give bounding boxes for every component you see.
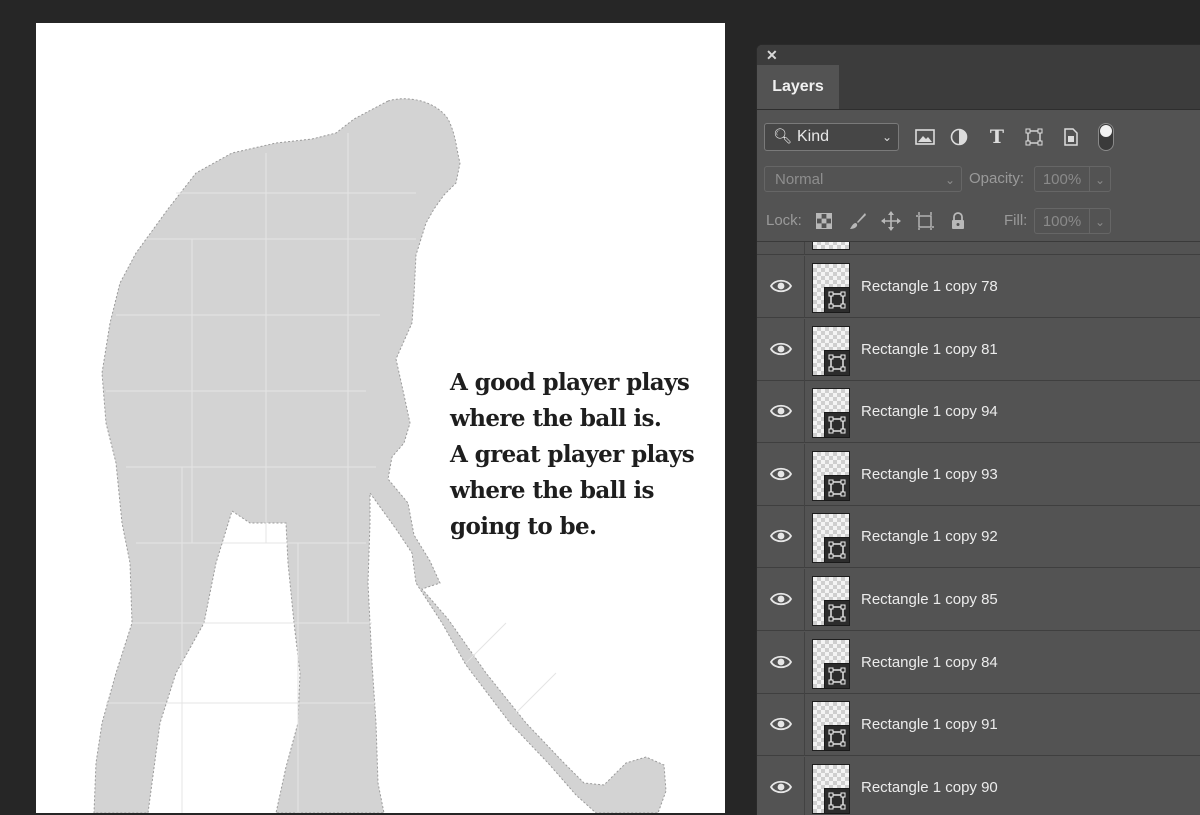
layer-divider (804, 756, 805, 815)
opacity-label: Opacity: (969, 170, 1025, 187)
quote-text-block[interactable]: A good player plays where the ball is. A… (450, 365, 710, 545)
opacity-field[interactable]: 100% (1034, 166, 1090, 192)
panel-title-bar: ✕ (757, 45, 1200, 65)
shape-layer-icon (824, 600, 850, 626)
shape-layer-icon (824, 412, 850, 439)
layer-divider (804, 443, 805, 506)
toggle-knob (1100, 125, 1112, 137)
eye-icon[interactable] (769, 399, 793, 423)
layer-list[interactable]: Rectangle 1 copy 78 Rectangle 1 copy 81 Re… (757, 241, 1200, 815)
lock-position-icon[interactable] (880, 208, 902, 234)
lock-all-icon[interactable] (947, 208, 969, 234)
eye-icon[interactable] (769, 650, 793, 674)
filter-toggle[interactable] (1098, 123, 1114, 151)
layer-row[interactable]: Rectangle 1 copy 81 (757, 318, 1200, 381)
blend-mode-value: Normal (775, 171, 824, 188)
eye-icon[interactable] (769, 587, 793, 611)
layer-name[interactable]: Rectangle 1 copy 81 (861, 319, 998, 381)
quote-line: A great player plays (450, 441, 695, 468)
layers-panel: ✕ Layers 🔍︎ Kind ⌄ T Normal ⌄ Opacity: 1 (756, 44, 1200, 815)
eye-icon[interactable] (769, 462, 793, 486)
layer-name[interactable]: Rectangle 1 copy 94 (861, 381, 998, 443)
panel-tab-bar: Layers (757, 65, 1200, 110)
layer-name[interactable]: Rectangle 1 copy 92 (861, 506, 998, 568)
layer-name[interactable]: Rectangle 1 copy 91 (861, 694, 998, 756)
filter-kind-label: Kind (797, 128, 830, 145)
layer-divider (804, 694, 805, 757)
fill-label: Fill: (1004, 212, 1028, 229)
chevron-down-icon: ⌄ (944, 173, 955, 187)
shape-layer-icon (824, 287, 850, 313)
layer-row[interactable]: Rectangle 1 copy 84 (757, 631, 1200, 694)
eye-icon[interactable] (769, 712, 793, 736)
search-icon: 🔍︎ (773, 128, 793, 145)
layer-thumbnail (812, 242, 850, 250)
close-icon[interactable]: ✕ (766, 47, 778, 63)
lock-paint-icon[interactable] (847, 208, 869, 234)
quote-line: where the ball is (450, 477, 654, 504)
eye-icon[interactable] (769, 524, 793, 548)
layer-divider (804, 256, 805, 318)
layer-divider (804, 569, 805, 631)
layer-row[interactable]: Rectangle 1 copy 92 (757, 506, 1200, 569)
lock-transparent-icon[interactable] (813, 208, 835, 234)
quote-line: where the ball is. (450, 405, 662, 432)
shape-layer-icon (824, 787, 850, 814)
shape-layer-icon (824, 474, 850, 501)
layer-name[interactable]: Rectangle 1 copy 85 (861, 569, 998, 631)
layer-filter-row: 🔍︎ Kind ⌄ T (757, 121, 1200, 157)
layer-divider (804, 631, 805, 694)
layer-row[interactable]: Rectangle 1 copy 85 (757, 569, 1200, 631)
layer-row[interactable]: Rectangle 1 copy 93 (757, 443, 1200, 506)
quote-line: going to be. (450, 513, 597, 540)
blend-row: Normal ⌄ Opacity: 100% ⌄ (757, 166, 1200, 194)
chevron-down-icon: ⌄ (881, 130, 892, 144)
type-filter-icon[interactable]: T (985, 125, 1009, 149)
filter-kind-select[interactable]: 🔍︎ Kind ⌄ (764, 123, 899, 151)
layer-row-partial (757, 242, 1200, 255)
smart-object-filter-icon[interactable] (1059, 125, 1083, 149)
adjustment-filter-icon[interactable] (947, 125, 971, 149)
quote-line: A good player plays (450, 369, 690, 396)
shape-layer-icon (824, 662, 850, 689)
lock-label: Lock: (766, 212, 802, 229)
layer-divider (804, 381, 805, 444)
document-canvas[interactable]: A good player plays where the ball is. A… (36, 23, 725, 813)
shape-layer-icon (824, 537, 850, 564)
eye-icon[interactable] (769, 274, 793, 298)
eye-icon[interactable] (769, 337, 793, 361)
shape-layer-icon (824, 725, 850, 752)
tab-layers[interactable]: Layers (757, 65, 839, 109)
blend-mode-select[interactable]: Normal ⌄ (764, 166, 962, 192)
fill-field[interactable]: 100% (1034, 208, 1090, 234)
layer-row[interactable]: Rectangle 1 copy 90 (757, 756, 1200, 815)
layer-divider (804, 318, 805, 381)
lock-row: Lock: Fill: 100% ⌄ (757, 208, 1200, 236)
layer-name[interactable]: Rectangle 1 copy 93 (861, 444, 998, 506)
image-filter-icon[interactable] (913, 125, 937, 149)
eye-icon[interactable] (769, 775, 793, 799)
lock-artboard-icon[interactable] (914, 208, 936, 234)
layer-divider (804, 506, 805, 569)
layer-name[interactable]: Rectangle 1 copy 78 (861, 256, 998, 318)
layer-row[interactable]: Rectangle 1 copy 78 (757, 256, 1200, 318)
fill-dropdown-button[interactable]: ⌄ (1089, 208, 1111, 234)
shape-layer-icon (824, 349, 850, 376)
layer-name[interactable]: Rectangle 1 copy 90 (861, 757, 998, 815)
layer-name[interactable]: Rectangle 1 copy 84 (861, 632, 998, 694)
layer-row[interactable]: Rectangle 1 copy 91 (757, 694, 1200, 757)
shape-filter-icon[interactable] (1022, 125, 1046, 149)
opacity-dropdown-button[interactable]: ⌄ (1089, 166, 1111, 192)
layer-divider (804, 242, 805, 255)
layer-row[interactable]: Rectangle 1 copy 94 (757, 381, 1200, 444)
